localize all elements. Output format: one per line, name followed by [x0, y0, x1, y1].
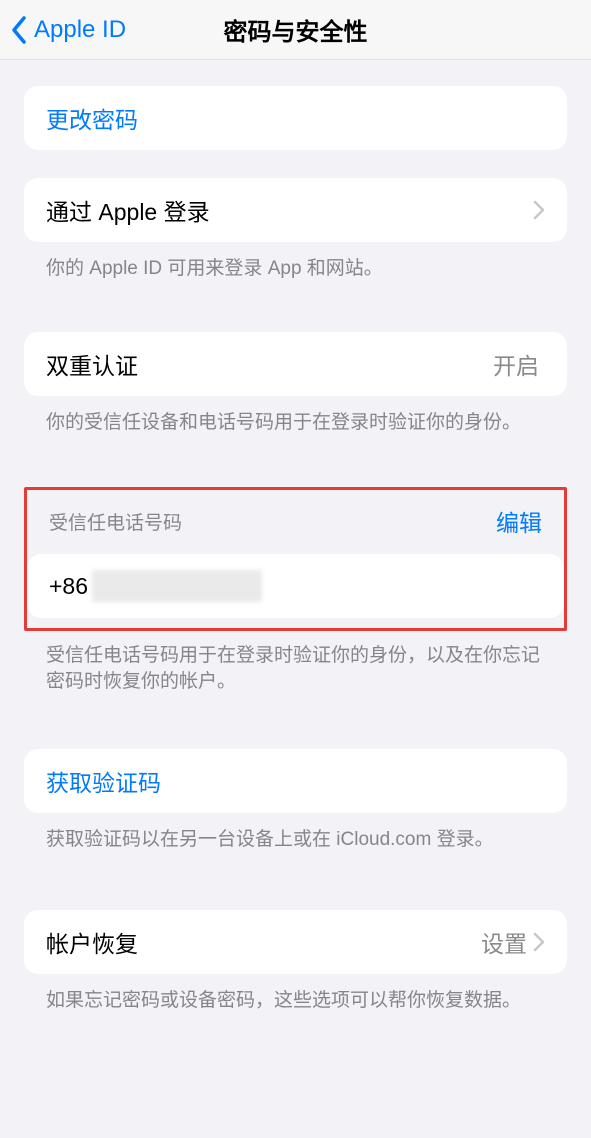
two-factor-value: 开启 [493, 347, 539, 381]
two-factor-label: 双重认证 [46, 347, 493, 381]
group-get-code: 获取验证码 获取验证码以在另一台设备上或在 iCloud.com 登录。 [24, 749, 567, 853]
group-two-factor: 双重认证 开启 你的受信任设备和电话号码用于在登录时验证你的身份。 [24, 332, 567, 436]
get-code-cell[interactable]: 获取验证码 [24, 749, 567, 813]
change-password-cell[interactable]: 更改密码 [24, 86, 567, 150]
trusted-phone-edit-button[interactable]: 编辑 [496, 504, 542, 538]
account-recovery-note: 如果忘记密码或设备密码，这些选项可以帮你恢复数据。 [24, 974, 567, 1014]
sign-in-with-apple-cell[interactable]: 通过 Apple 登录 [24, 178, 567, 242]
get-code-label: 获取验证码 [46, 764, 161, 798]
get-code-note: 获取验证码以在另一台设备上或在 iCloud.com 登录。 [24, 813, 567, 853]
account-recovery-label: 帐户恢复 [46, 925, 481, 959]
trusted-phone-cell[interactable]: +86 [27, 554, 564, 618]
navigation-bar: Apple ID 密码与安全性 [0, 0, 591, 60]
two-factor-cell[interactable]: 双重认证 开启 [24, 332, 567, 396]
two-factor-note: 你的受信任设备和电话号码用于在登录时验证你的身份。 [24, 396, 567, 436]
group-sign-in-with-apple: 通过 Apple 登录 你的 Apple ID 可用来登录 App 和网站。 [24, 178, 567, 282]
trusted-phone-highlight: 受信任电话号码 编辑 +86 [24, 487, 567, 631]
group-change-password: 更改密码 [24, 86, 567, 150]
change-password-label: 更改密码 [46, 101, 138, 135]
chevron-left-icon [10, 15, 28, 45]
sign-in-with-apple-note: 你的 Apple ID 可用来登录 App 和网站。 [24, 242, 567, 282]
trusted-phone-note: 受信任电话号码用于在登录时验证你的身份，以及在你忘记密码时恢复你的帐户。 [24, 631, 567, 694]
back-label: Apple ID [34, 16, 126, 44]
sign-in-with-apple-label: 通过 Apple 登录 [46, 193, 533, 227]
chevron-right-icon [533, 932, 545, 952]
back-button[interactable]: Apple ID [10, 0, 126, 60]
chevron-right-icon [533, 200, 545, 220]
group-account-recovery: 帐户恢复 设置 如果忘记密码或设备密码，这些选项可以帮你恢复数据。 [24, 910, 567, 1014]
account-recovery-cell[interactable]: 帐户恢复 设置 [24, 910, 567, 974]
account-recovery-value: 设置 [481, 925, 527, 959]
trusted-phone-header: 受信任电话号码 编辑 [27, 490, 564, 546]
trusted-phone-header-label: 受信任电话号码 [49, 508, 496, 535]
trusted-phone-redacted [92, 570, 262, 602]
trusted-phone-prefix: +86 [49, 573, 88, 600]
